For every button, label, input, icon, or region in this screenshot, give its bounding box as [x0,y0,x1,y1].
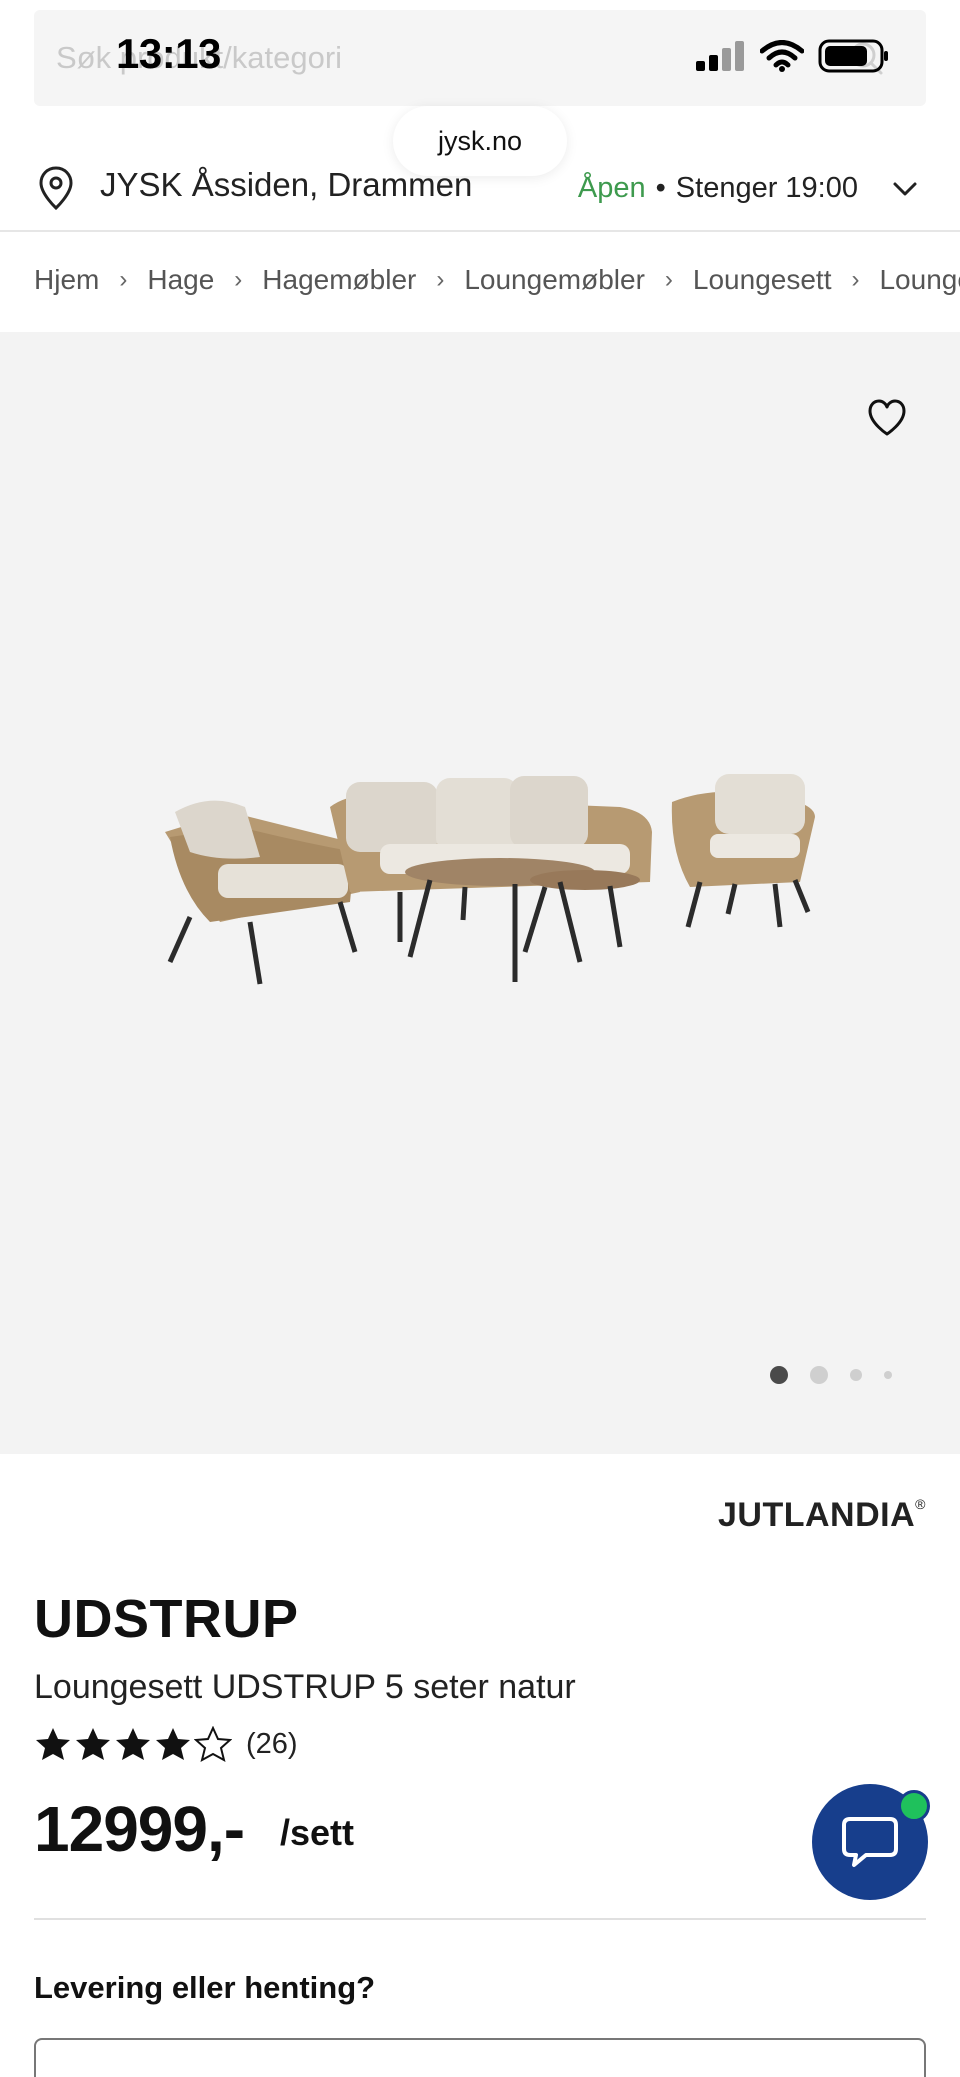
brand-trademark: ® [915,1496,926,1512]
product-rating[interactable]: (26) [34,1726,298,1762]
breadcrumb: Hjem › Hage › Hagemøbler › Loungemøbler … [0,232,960,332]
price-unit: /sett [280,1812,355,1853]
gallery-dot[interactable] [810,1366,828,1384]
brand-name: JUTLANDIA [718,1496,916,1534]
chevron-right-icon: › [234,266,243,293]
status-time: 13:13 [116,30,221,77]
product-subtitle: Loungesett UDSTRUP 5 seter natur [34,1668,576,1706]
open-status: Åpen [577,172,646,204]
store-hours[interactable]: Åpen • Stenger 19:00 [578,172,918,205]
wifi-icon [760,40,804,72]
chat-icon [842,1817,898,1867]
chevron-right-icon: › [119,266,128,293]
product-title: UDSTRUP [34,1589,299,1649]
star-icon [76,1728,110,1760]
chat-button[interactable] [812,1784,930,1900]
signal-icon [696,41,744,71]
gallery-dot[interactable] [884,1371,892,1379]
store-selector[interactable]: JYSK Åssiden, Drammen Åpen • Stenger 19:… [0,152,960,232]
chevron-down-icon[interactable] [892,176,918,202]
star-icon [36,1728,70,1760]
gallery-dot[interactable] [850,1369,862,1381]
breadcrumb-item-loungesett[interactable]: Loungesett [693,264,832,296]
gallery-pagination [770,1366,892,1384]
product-price: 12999,- [34,1793,245,1865]
store-name[interactable]: JYSK Åssiden, Drammen [100,166,472,204]
breadcrumb-item-hage[interactable]: Hage [147,264,214,296]
delivery-title: Levering eller henting? [34,1970,376,2005]
battery-icon [818,39,888,73]
breadcrumb-item-hagemobler[interactable]: Hagemøbler [262,264,416,296]
product-image-gallery[interactable] [0,332,960,1454]
review-count[interactable]: (26) [246,1728,298,1761]
status-icons [696,36,890,76]
chat-online-badge [898,1790,930,1822]
divider [34,1918,926,1920]
heart-icon[interactable] [866,398,908,438]
location-pin-icon [39,166,73,210]
delivery-option-box[interactable] [34,2038,926,2077]
star-icon [116,1728,150,1760]
star-empty-icon [194,1726,232,1762]
brand-logo: JUTLANDIA® [718,1496,926,1535]
chevron-right-icon: › [664,266,673,293]
chevron-right-icon: › [851,266,860,293]
breadcrumb-item-hjem[interactable]: Hjem [34,264,99,296]
product-image [165,774,815,985]
chevron-right-icon: › [436,266,445,293]
closing-time: Stenger 19:00 [675,172,858,204]
star-icon [156,1728,190,1760]
breadcrumb-item-loungemobler[interactable]: Loungemøbler [464,264,645,296]
status-separator: • [655,172,666,204]
breadcrumb-item-current[interactable]: Loungesett [879,264,960,296]
gallery-dot-active[interactable] [770,1366,788,1384]
